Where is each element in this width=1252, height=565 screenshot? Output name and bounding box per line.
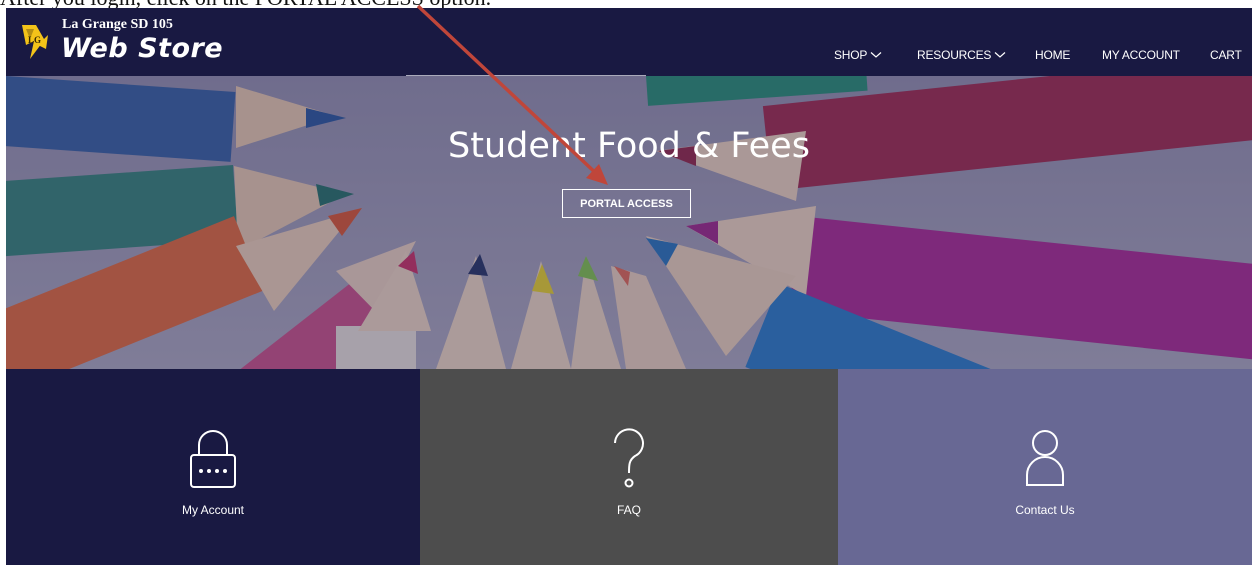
- tile-my-account[interactable]: My Account: [6, 369, 420, 565]
- top-navbar: LG La Grange SD 105 Web Store SHOP RESOU…: [6, 8, 1252, 76]
- district-logo-icon[interactable]: LG: [18, 19, 66, 67]
- chevron-down-icon: [994, 52, 1006, 58]
- nav-cart[interactable]: CART: [1210, 48, 1242, 62]
- nav-home-label: HOME: [1035, 48, 1071, 62]
- tile-my-account-label: My Account: [181, 503, 245, 517]
- nav-home[interactable]: HOME: [1035, 48, 1070, 62]
- nav-my-account[interactable]: MY ACCOUNT: [1102, 48, 1180, 62]
- chevron-down-icon: [870, 52, 882, 58]
- hero-banner: Student Food & Fees PORTAL ACCESS: [6, 76, 1252, 369]
- question-icon: [614, 428, 644, 488]
- brand-district-name: La Grange SD 105: [62, 17, 173, 32]
- tile-faq-label: FAQ: [616, 503, 641, 517]
- tile-faq[interactable]: FAQ: [420, 369, 838, 565]
- nav-resources[interactable]: RESOURCES: [917, 48, 1006, 62]
- nav-resources-label: RESOURCES: [917, 48, 992, 62]
- nav-shop-label: SHOP: [834, 48, 868, 62]
- tile-contact-us[interactable]: Contact Us: [838, 369, 1252, 565]
- portal-access-button[interactable]: PORTAL ACCESS: [562, 189, 691, 218]
- nav-cart-label: CART: [1210, 48, 1242, 62]
- nav-shop[interactable]: SHOP: [834, 48, 882, 62]
- hero-overlay: [6, 76, 1252, 369]
- brand-site-name[interactable]: Web Store: [61, 33, 223, 64]
- tile-contact-us-label: Contact Us: [1015, 503, 1075, 517]
- user-icon: [1026, 430, 1064, 486]
- svg-text:LG: LG: [28, 35, 41, 45]
- hero-title: Student Food & Fees: [448, 126, 810, 166]
- nav-my-account-label: MY ACCOUNT: [1102, 48, 1180, 62]
- lock-icon: [190, 430, 236, 488]
